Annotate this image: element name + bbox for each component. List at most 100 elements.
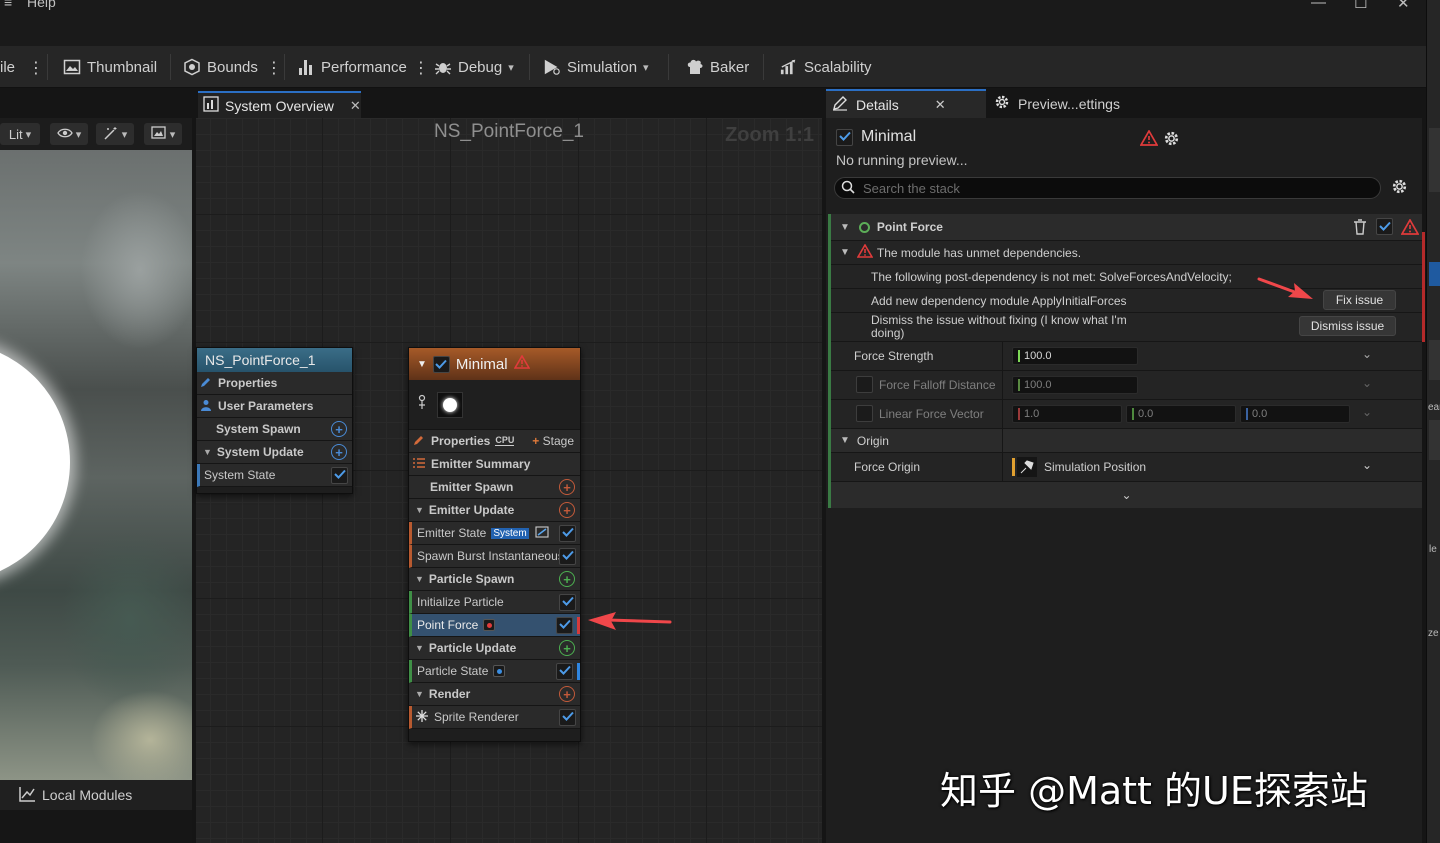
scalability-button[interactable]: Scalability <box>780 46 872 88</box>
initialize-particle-row[interactable]: Initialize Particle <box>409 591 580 614</box>
override-checkbox[interactable] <box>856 376 873 393</box>
force-falloff-input[interactable]: 100.0 <box>1012 376 1138 394</box>
trash-icon[interactable] <box>1353 219 1367 238</box>
add-stage-button[interactable]: + Stage <box>532 434 574 448</box>
add-module-icon[interactable]: + <box>559 640 575 656</box>
close-icon[interactable]: ✕ <box>935 97 946 113</box>
edit-chart-icon[interactable] <box>535 525 549 541</box>
stack-search-input[interactable]: Search the stack <box>834 177 1381 199</box>
emitter-node-header[interactable]: ▼ Minimal <box>409 348 580 380</box>
close-icon[interactable]: ✕ <box>350 98 361 114</box>
linear-y-input[interactable]: 0.0 <box>1126 405 1236 423</box>
performance-button[interactable]: Performance <box>297 46 407 88</box>
collapse-triangle-icon[interactable]: ▼ <box>415 505 424 515</box>
info-status-icon[interactable] <box>493 665 506 677</box>
collapse-triangle-icon[interactable]: ▼ <box>415 689 424 699</box>
add-module-icon[interactable]: + <box>559 502 575 518</box>
tab-system-overview[interactable]: System Overview ✕ <box>198 91 361 118</box>
emitter-enable-checkbox[interactable] <box>432 355 450 373</box>
add-module-icon[interactable]: + <box>331 421 347 437</box>
emitter-thumbnail[interactable] <box>437 391 463 418</box>
error-status-icon[interactable] <box>483 619 496 631</box>
kebab-icon[interactable]: ⋮ <box>28 58 44 78</box>
force-origin-value[interactable]: Simulation Position <box>1044 460 1146 474</box>
simulation-dropdown[interactable]: Simulation ▾ <box>543 46 649 88</box>
tab-preview-settings[interactable]: Preview...ettings <box>994 89 1120 118</box>
system-properties-row[interactable]: Properties <box>197 372 352 395</box>
menu-help[interactable]: Help <box>27 0 56 10</box>
local-modules-tab[interactable]: Local Modules <box>0 780 192 810</box>
debug-dropdown[interactable]: Debug ▾ <box>434 46 514 88</box>
preview-viewport[interactable] <box>0 150 192 780</box>
emitter-enable-checkbox[interactable] <box>836 128 853 146</box>
force-strength-input[interactable]: 100.0 <box>1012 347 1138 365</box>
point-force-row[interactable]: Point Force <box>409 614 580 637</box>
collapse-triangle-icon[interactable]: ▼ <box>415 574 424 584</box>
add-module-icon[interactable]: + <box>559 571 575 587</box>
chevron-down-icon[interactable]: ⌄ <box>1362 347 1372 361</box>
module-header-point-force[interactable]: ▼ Point Force <box>831 214 1422 240</box>
kebab-icon[interactable]: ⋮ <box>413 58 429 78</box>
enable-checkbox[interactable] <box>331 466 348 484</box>
particle-spawn-row[interactable]: ▼ Particle Spawn + <box>409 568 580 591</box>
linear-x-input[interactable]: 1.0 <box>1012 405 1122 423</box>
collapse-triangle-icon[interactable]: ▼ <box>840 222 850 233</box>
chevron-down-icon[interactable]: ⌄ <box>1362 376 1372 390</box>
chevron-down-icon[interactable]: ⌄ <box>1362 458 1372 472</box>
spawn-burst-row[interactable]: Spawn Burst Instantaneous <box>409 545 580 568</box>
enable-checkbox[interactable] <box>559 593 576 611</box>
collapse-triangle-icon[interactable]: ▼ <box>203 447 212 457</box>
gear-icon[interactable] <box>1163 130 1180 152</box>
effects-dropdown[interactable]: ▾ <box>96 123 134 145</box>
render-row[interactable]: ▼ Render + <box>409 683 580 706</box>
system-spawn-row[interactable]: System Spawn + <box>197 418 352 441</box>
user-parameters-row[interactable]: User Parameters <box>197 395 352 418</box>
linear-z-input[interactable]: 0.0 <box>1240 405 1350 423</box>
system-node-title[interactable]: NS_PointForce_1 <box>197 348 352 372</box>
chevron-down-icon[interactable]: ⌄ <box>1362 405 1372 419</box>
particle-update-row[interactable]: ▼ Particle Update + <box>409 637 580 660</box>
close-window-icon[interactable]: ✕ <box>1397 0 1410 12</box>
show-dropdown[interactable]: ▾ <box>50 123 88 145</box>
collapse-triangle-icon[interactable]: ▼ <box>417 359 427 370</box>
add-module-icon[interactable]: + <box>559 686 575 702</box>
bounds-button[interactable]: Bounds <box>183 46 258 88</box>
tab-details[interactable]: Details ✕ <box>826 89 986 118</box>
minimize-icon[interactable]: — <box>1311 0 1326 11</box>
category-origin[interactable]: ▼ Origin <box>831 429 1422 452</box>
kebab-icon[interactable]: ⋮ <box>266 58 282 78</box>
emitter-spawn-row[interactable]: Emitter Spawn + <box>409 476 580 499</box>
warning-icon[interactable] <box>513 354 530 373</box>
add-module-icon[interactable]: + <box>559 479 575 495</box>
module-enable-checkbox[interactable] <box>1376 218 1393 235</box>
preview-options-dropdown[interactable]: ▾ <box>144 123 182 145</box>
dismiss-issue-button[interactable]: Dismiss issue <box>1299 316 1396 336</box>
enable-checkbox[interactable] <box>556 662 573 680</box>
maximize-icon[interactable]: ☐ <box>1354 0 1367 12</box>
warning-icon[interactable] <box>1400 218 1420 238</box>
system-state-row[interactable]: System State <box>197 464 352 487</box>
issue-header[interactable]: ▼ The module has unmet dependencies. <box>831 241 1422 264</box>
baker-button[interactable]: Baker <box>686 46 749 88</box>
emitter-node[interactable]: ▼ Minimal Properties CPU + Stage Emitter… <box>408 347 581 742</box>
lit-mode-dropdown[interactable]: Lit ▾ <box>0 123 40 145</box>
system-update-row[interactable]: ▼ System Update + <box>197 441 352 464</box>
system-node[interactable]: NS_PointForce_1 Properties User Paramete… <box>196 347 353 494</box>
emitter-properties-row[interactable]: Properties CPU + Stage <box>409 430 580 453</box>
particle-state-row[interactable]: Particle State <box>409 660 580 683</box>
sprite-renderer-row[interactable]: Sprite Renderer <box>409 706 580 729</box>
add-module-icon[interactable]: + <box>331 444 347 460</box>
emitter-state-row[interactable]: Emitter State System <box>409 522 580 545</box>
dynamic-input-icon[interactable] <box>1017 457 1037 477</box>
enable-checkbox[interactable] <box>556 616 573 634</box>
enable-checkbox[interactable] <box>559 524 576 542</box>
emitter-update-row[interactable]: ▼ Emitter Update + <box>409 499 580 522</box>
override-checkbox[interactable] <box>856 405 873 422</box>
menu-fragment[interactable]: ≡ <box>4 0 12 10</box>
search-settings-gear-icon[interactable] <box>1391 178 1408 200</box>
expand-advanced-row[interactable]: ⌄ <box>831 482 1422 508</box>
collapse-triangle-icon[interactable]: ▼ <box>840 435 850 446</box>
enable-checkbox[interactable] <box>559 547 576 565</box>
collapse-triangle-icon[interactable]: ▼ <box>415 643 424 653</box>
emitter-summary-row[interactable]: Emitter Summary <box>409 453 580 476</box>
